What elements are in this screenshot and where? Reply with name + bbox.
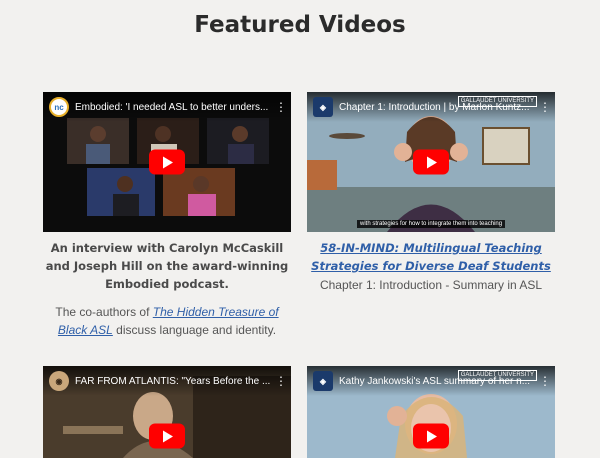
play-button-icon[interactable]	[149, 149, 185, 175]
video-embed-kathy-jankowski[interactable]: ◈ Kathy Jankowski's ASL summary of her n…	[307, 366, 555, 458]
description-suffix: discuss language and identity.	[112, 323, 277, 338]
ecnc-logo-icon: nc	[49, 97, 69, 117]
video-header: nc Embodied: 'I needed ASL to better und…	[43, 92, 291, 122]
video-embed-embodied[interactable]: nc Embodied: 'I needed ASL to better und…	[43, 92, 291, 232]
description-text: The co-authors of The Hidden Treasure of…	[43, 303, 291, 339]
video-embed-far-from-atlantis[interactable]: ◉ FAR FROM ATLANTIS: "Years Before the .…	[43, 366, 291, 458]
video-title[interactable]: Embodied: 'I needed ASL to better unders…	[75, 102, 275, 113]
description-prefix: The co-authors of	[55, 305, 153, 320]
more-options-icon[interactable]: ⋮	[275, 374, 287, 388]
gallaudet-logo-icon: ◈	[313, 97, 333, 117]
video-link[interactable]: 58-IN-MIND: Multilingual Teaching Strate…	[307, 240, 555, 276]
description-heading: An interview with Carolyn McCaskill and …	[45, 241, 289, 291]
video-title[interactable]: FAR FROM ATLANTIS: "Years Before the ...	[75, 376, 275, 387]
video-header: ◉ FAR FROM ATLANTIS: "Years Before the .…	[43, 366, 291, 396]
gallaudet-badge: GALLAUDET UNIVERSITY	[457, 370, 537, 381]
more-options-icon[interactable]: ⋮	[275, 100, 287, 114]
channel-avatar-icon: ◉	[49, 371, 69, 391]
video-description: An interview with Carolyn McCaskill and …	[43, 240, 291, 339]
play-button-icon[interactable]	[413, 149, 449, 175]
video-caption: with strategies for how to integrate the…	[357, 220, 506, 228]
gallaudet-badge: GALLAUDET UNIVERSITY	[457, 96, 537, 107]
description-text: Chapter 1: Introduction - Summary in ASL	[319, 277, 543, 292]
gallaudet-logo-icon: ◈	[313, 371, 333, 391]
video-description: 58-IN-MIND: Multilingual Teaching Strate…	[307, 240, 555, 294]
play-button-icon[interactable]	[413, 423, 449, 449]
video-embed-58-in-mind[interactable]: ◈ Chapter 1: Introduction | by Marlon Ku…	[307, 92, 555, 232]
more-options-icon[interactable]: ⋮	[539, 374, 551, 388]
play-button-icon[interactable]	[149, 423, 185, 449]
page-title: Featured Videos	[194, 12, 406, 38]
more-options-icon[interactable]: ⋮	[539, 100, 551, 114]
